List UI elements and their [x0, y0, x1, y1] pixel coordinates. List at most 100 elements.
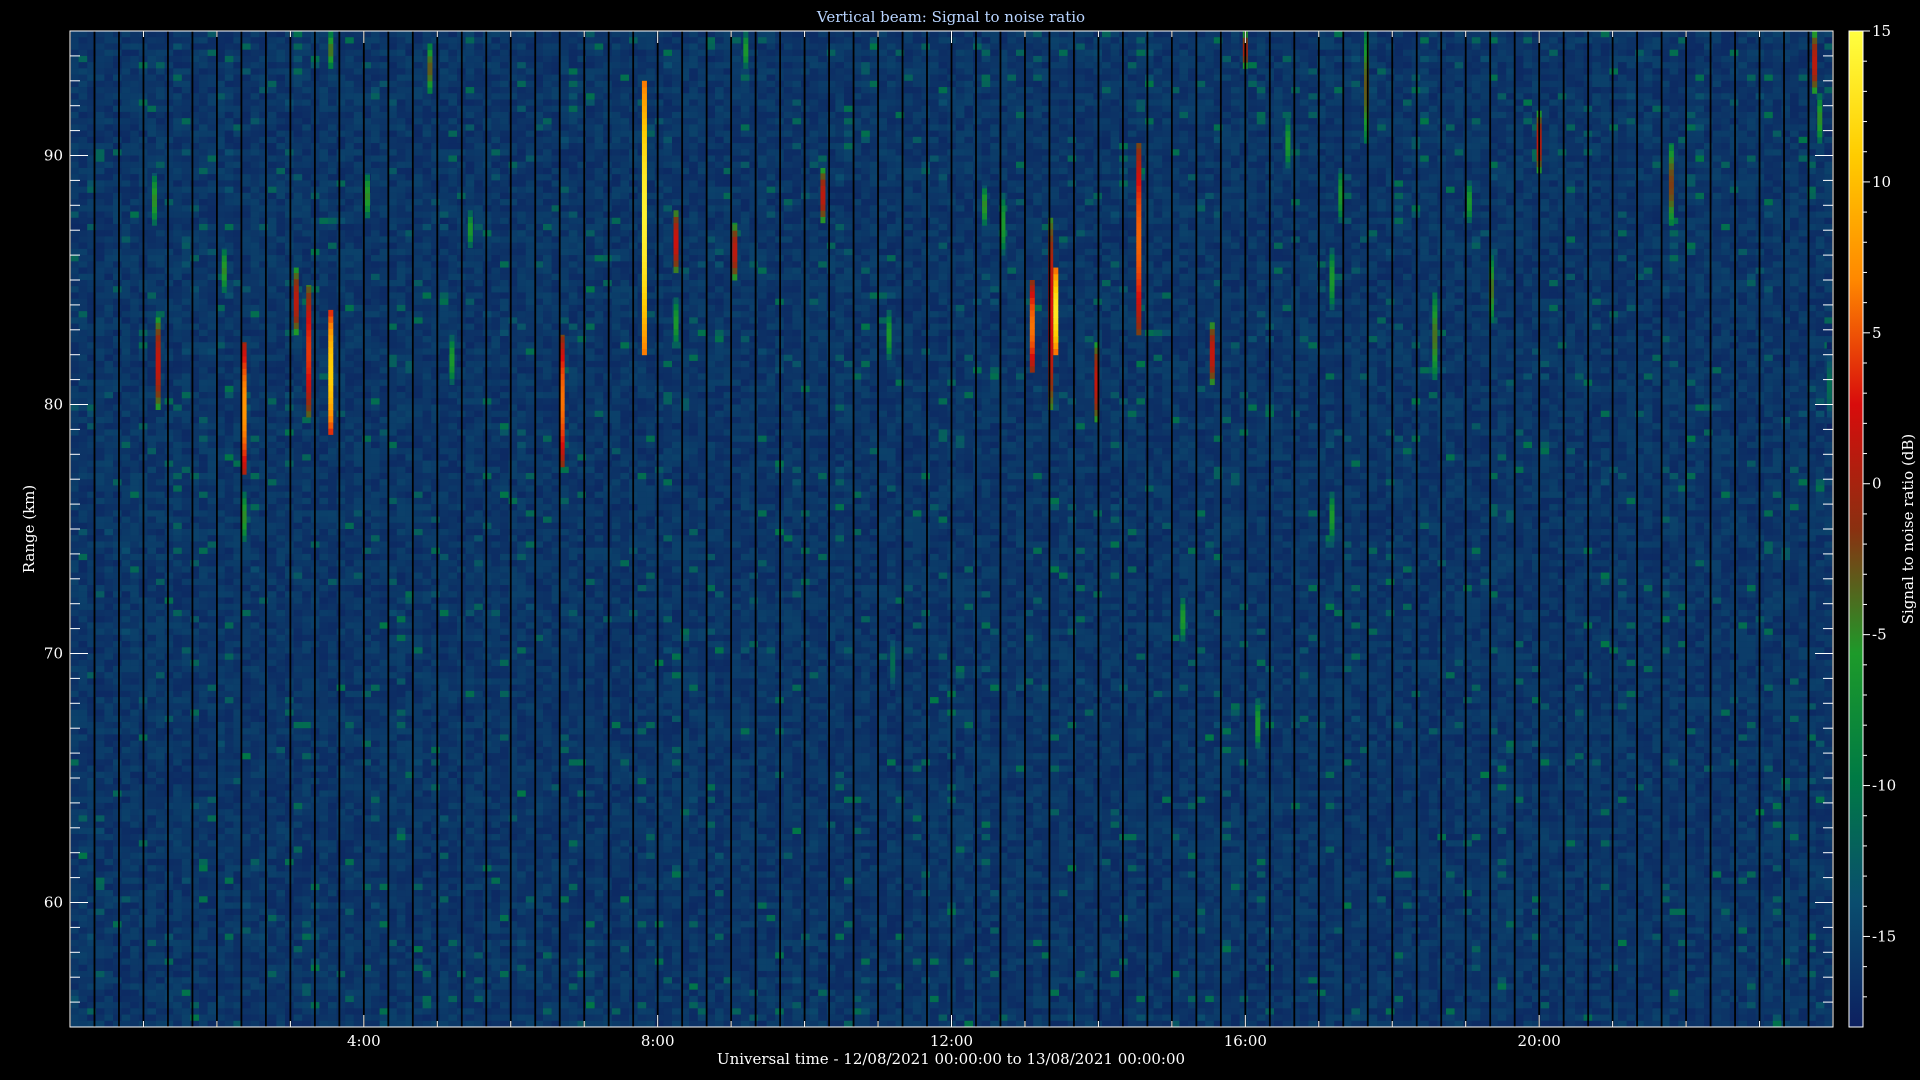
- noise-cell: [156, 149, 165, 156]
- noise-cell: [104, 311, 113, 318]
- noise-cell: [122, 137, 131, 144]
- noise-cell: [276, 1002, 285, 1009]
- noise-cell: [165, 342, 174, 349]
- noise-cell: [199, 330, 208, 337]
- noise-cell: [122, 878, 131, 885]
- noise-cell: [294, 373, 303, 380]
- noise-cell: [156, 429, 165, 436]
- noise-cell: [268, 703, 277, 710]
- noise-cell: [130, 554, 139, 561]
- noise-cell: [147, 977, 156, 984]
- noise-cell: [199, 492, 208, 499]
- noise-cell: [182, 68, 191, 75]
- noise-cell: [104, 299, 113, 306]
- noise-cell: [251, 616, 260, 623]
- noise-cell: [302, 510, 311, 517]
- noise-cell: [165, 753, 174, 760]
- noise-cell: [122, 828, 131, 835]
- noise-cell: [70, 853, 79, 860]
- noise-cell: [328, 498, 337, 505]
- noise-cell: [259, 685, 268, 692]
- noise-cell: [319, 68, 328, 75]
- noise-cell: [328, 629, 337, 636]
- noise-cell: [104, 423, 113, 430]
- noise-cell: [208, 959, 217, 966]
- noise-cell: [199, 149, 208, 156]
- noise-cell: [104, 784, 113, 791]
- noise-cell: [182, 423, 191, 430]
- noise-cell: [251, 996, 260, 1003]
- noise-cell: [276, 927, 285, 934]
- noise-cell: [208, 224, 217, 231]
- noise-cell: [276, 280, 285, 287]
- noise-cell: [113, 417, 122, 424]
- noise-cell: [130, 436, 139, 443]
- noise-cell: [122, 591, 131, 598]
- noise-cell: [276, 212, 285, 219]
- noise-cell: [276, 386, 285, 393]
- noise-cell: [173, 747, 182, 754]
- noise-cell: [156, 218, 165, 225]
- noise-cell: [208, 759, 217, 766]
- noise-cell: [130, 1002, 139, 1009]
- noise-cell: [328, 585, 337, 592]
- noise-cell: [225, 106, 234, 113]
- noise-cell: [225, 604, 234, 611]
- noise-cell: [122, 442, 131, 449]
- noise-cell: [251, 454, 260, 461]
- noise-cell: [173, 498, 182, 505]
- noise-cell: [208, 423, 217, 430]
- noise-cell: [319, 529, 328, 536]
- noise-cell: [319, 647, 328, 654]
- noise-cell: [319, 604, 328, 611]
- noise-cell: [165, 137, 174, 144]
- noise-cell: [225, 93, 234, 100]
- noise-cell: [294, 871, 303, 878]
- noise-cell: [302, 934, 311, 941]
- noise-cell: [156, 492, 165, 499]
- noise-cell: [199, 411, 208, 418]
- noise-cell: [156, 529, 165, 536]
- noise-cell: [156, 187, 165, 194]
- noise-cell: [70, 93, 79, 100]
- noise-cell: [337, 31, 346, 38]
- noise-cell: [165, 37, 174, 44]
- noise-cell: [337, 131, 346, 138]
- noise-cell: [302, 853, 311, 860]
- noise-cell: [319, 635, 328, 642]
- noise-cell: [259, 124, 268, 131]
- noise-cell: [104, 162, 113, 169]
- noise-cell: [276, 218, 285, 225]
- noise-cell: [242, 678, 251, 685]
- noise-cell: [294, 99, 303, 106]
- noise-cell: [173, 56, 182, 63]
- noise-cell: [182, 909, 191, 916]
- noise-cell: [130, 741, 139, 748]
- noise-cell: [199, 367, 208, 374]
- noise-cell: [276, 790, 285, 797]
- noise-cell: [156, 131, 165, 138]
- noise-cell: [276, 75, 285, 82]
- noise-cell: [79, 168, 88, 175]
- noise-cell: [130, 149, 139, 156]
- noise-cell: [79, 616, 88, 623]
- noise-cell: [182, 330, 191, 337]
- noise-cell: [259, 541, 268, 548]
- noise-cell: [104, 398, 113, 405]
- noise-cell: [96, 909, 105, 916]
- noise-cell: [199, 249, 208, 256]
- noise-cell: [70, 865, 79, 872]
- noise-cell: [268, 666, 277, 673]
- noise-cell: [165, 236, 174, 243]
- noise-cell: [208, 342, 217, 349]
- noise-cell: [199, 790, 208, 797]
- noise-cell: [79, 355, 88, 362]
- noise-cell: [208, 81, 217, 88]
- noise-cell: [122, 255, 131, 262]
- noise-cell: [319, 162, 328, 169]
- noise-cell: [79, 654, 88, 661]
- noise-cell: [70, 37, 79, 44]
- noise-cell: [208, 473, 217, 480]
- noise-cell: [259, 274, 268, 281]
- noise-cell: [242, 43, 251, 50]
